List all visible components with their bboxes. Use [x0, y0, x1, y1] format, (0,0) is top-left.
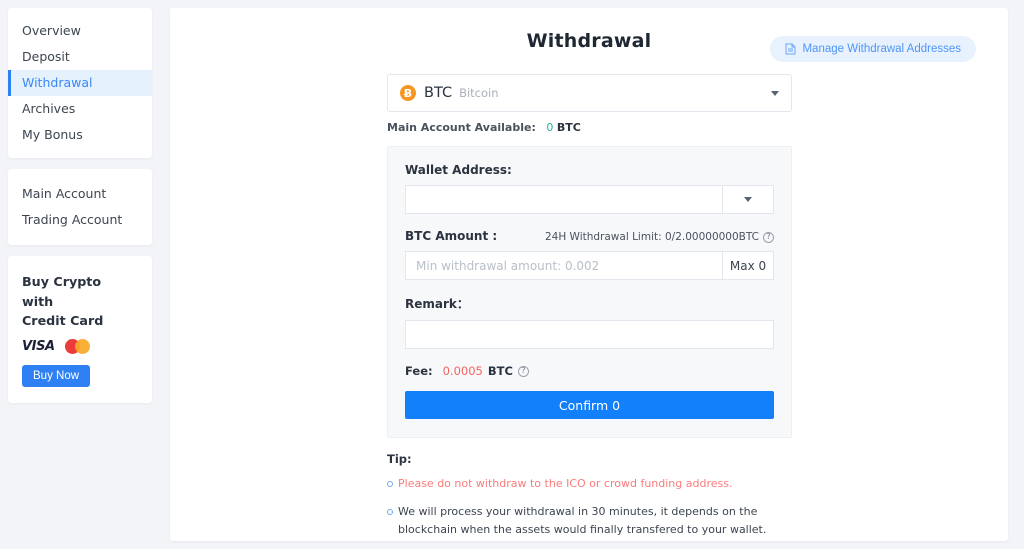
manage-withdrawal-addresses-button[interactable]: Manage Withdrawal Addresses: [770, 36, 976, 62]
available-label: Main Account Available:: [387, 121, 536, 134]
sidebar-item-overview[interactable]: Overview: [8, 18, 152, 44]
wallet-address-label: Wallet Address:: [405, 163, 512, 177]
max-amount-button[interactable]: Max 0: [722, 251, 774, 280]
coin-name: Bitcoin: [459, 86, 499, 100]
sidebar-item-main-account[interactable]: Main Account: [8, 181, 152, 207]
sidebar-accounts-card: Main Account Trading Account: [8, 169, 152, 245]
withdrawal-limit-value: 24H Withdrawal Limit: 0/2.00000000BTC: [544, 231, 759, 243]
sidebar-item-deposit[interactable]: Deposit: [8, 44, 152, 70]
coin-code: BTC: [424, 85, 453, 101]
available-unit: BTC: [556, 121, 581, 134]
question-mark-icon[interactable]: ?: [763, 231, 774, 243]
promo-title-line1: Buy Crypto with: [22, 274, 102, 309]
remark-row: [405, 320, 774, 349]
sidebar-item-label: My Bonus: [22, 127, 83, 142]
wallet-address-dropdown-button[interactable]: [722, 185, 774, 214]
amount-label-row: BTC Amount : 24H Withdrawal Limit: 0/2.0…: [405, 229, 774, 243]
tips-heading: Tip:: [387, 452, 412, 466]
amount-input[interactable]: [405, 251, 722, 280]
sidebar: Overview Deposit Withdrawal Archives My …: [8, 8, 152, 414]
remark-input[interactable]: [405, 320, 774, 349]
payment-logos: VISA: [22, 339, 138, 355]
btc-coin-icon: Ƀ: [400, 85, 416, 101]
document-icon: [785, 43, 796, 55]
sidebar-item-label: Overview: [22, 23, 81, 38]
tips-section: Tip: Please do not withdraw to the ICO o…: [387, 452, 792, 541]
fee-unit: BTC: [487, 364, 513, 378]
withdrawal-form-box: Wallet Address: BTC Amount : 24H Withdra…: [387, 146, 792, 438]
available-balance-row: Main Account Available: 0 BTC: [387, 121, 792, 134]
buy-crypto-promo-card: Buy Crypto with Credit Card VISA Buy Now: [8, 256, 152, 404]
tip-item: Please do not withdraw to the ICO or cro…: [387, 475, 792, 493]
wallet-address-row: [405, 185, 774, 214]
manage-button-label: Manage Withdrawal Addresses: [802, 43, 961, 55]
tip-text: Please do not withdraw to the ICO or cro…: [398, 477, 733, 490]
withdrawal-form: Ƀ BTC Bitcoin Main Account Available: 0 …: [387, 74, 792, 541]
promo-title: Buy Crypto with Credit Card: [22, 272, 122, 331]
sidebar-item-label: Deposit: [22, 49, 70, 64]
question-mark-icon[interactable]: ?: [517, 365, 529, 377]
tip-text: We will process your withdrawal in 30 mi…: [398, 504, 767, 536]
sidebar-item-trading-account[interactable]: Trading Account: [8, 207, 152, 233]
sidebar-item-withdrawal[interactable]: Withdrawal: [8, 70, 152, 96]
fee-label: Fee:: [405, 364, 433, 378]
sidebar-item-label: Main Account: [22, 186, 107, 201]
amount-row: Max 0: [405, 251, 774, 280]
fee-row: Fee: 0.0005 BTC ?: [405, 364, 774, 378]
mastercard-icon: [64, 339, 90, 355]
sidebar-item-label: Trading Account: [22, 212, 123, 227]
sidebar-item-label: Withdrawal: [22, 75, 93, 90]
sidebar-item-label: Archives: [22, 101, 76, 116]
app-root: Overview Deposit Withdrawal Archives My …: [0, 0, 1024, 549]
amount-label: BTC Amount :: [405, 229, 498, 243]
buy-now-button[interactable]: Buy Now: [22, 365, 91, 388]
coin-select[interactable]: Ƀ BTC Bitcoin: [387, 74, 792, 112]
sidebar-nav-card: Overview Deposit Withdrawal Archives My …: [8, 8, 152, 158]
chevron-down-icon: [771, 91, 779, 96]
confirm-button[interactable]: Confirm 0: [405, 391, 774, 419]
chevron-down-icon: [744, 197, 752, 202]
withdrawal-limit-text: 24H Withdrawal Limit: 0/2.00000000BTC ?: [545, 231, 774, 243]
fee-amount: 0.0005: [442, 364, 483, 378]
main-panel: Withdrawal Manage Withdrawal Addresses Ƀ…: [170, 8, 1008, 541]
remark-label: Remark：: [405, 297, 469, 311]
tip-item: We will process your withdrawal in 30 mi…: [387, 503, 792, 539]
wallet-address-input[interactable]: [405, 185, 722, 214]
available-amount: 0: [546, 121, 554, 134]
promo-title-line2: Credit Card: [22, 313, 104, 329]
visa-icon: VISA: [22, 339, 55, 355]
sidebar-item-archives[interactable]: Archives: [8, 96, 152, 122]
sidebar-item-my-bonus[interactable]: My Bonus: [8, 122, 152, 148]
